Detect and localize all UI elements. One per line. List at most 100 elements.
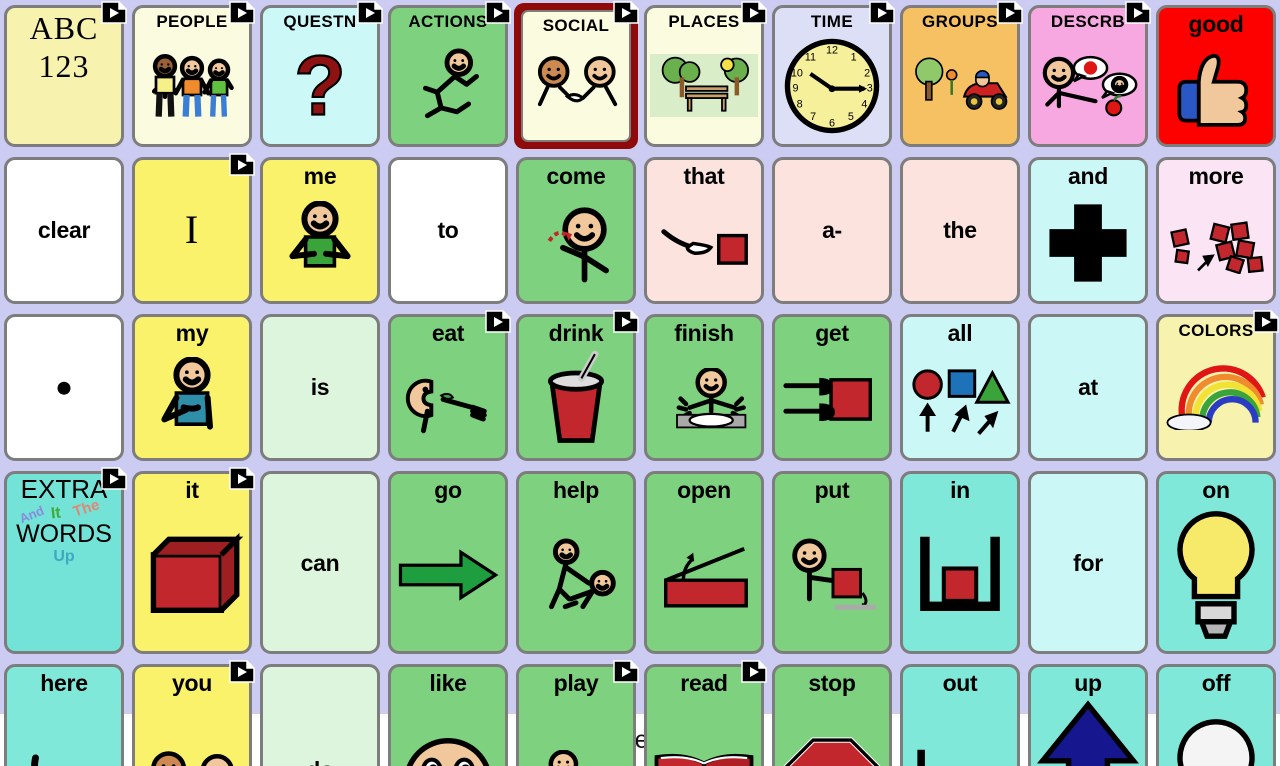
cell-read[interactable]: read — [640, 659, 768, 766]
cell-can[interactable]: can — [256, 466, 384, 659]
cell-abc123[interactable]: ABC 123 — [0, 0, 128, 152]
cell-face[interactable]: TIME 12 1 2 3 45 6 7 8 9 10 11 — [772, 5, 892, 147]
cell-face[interactable]: COLORS — [1156, 313, 1276, 462]
cell-you[interactable]: you — [128, 659, 256, 766]
cell-face[interactable]: in — [900, 471, 1020, 655]
cell-face[interactable]: I — [132, 156, 252, 304]
cell-good[interactable]: good — [1152, 0, 1280, 152]
cell-play[interactable]: play — [512, 659, 640, 766]
cell-is[interactable]: is — [256, 309, 384, 466]
cell-out[interactable]: out — [896, 659, 1024, 766]
cell-me[interactable]: me — [256, 152, 384, 309]
cell-here[interactable]: here — [0, 659, 128, 766]
cell-a-[interactable]: a- — [768, 152, 896, 309]
cell-face[interactable]: EXTRA And It The WORDS Up — [4, 471, 124, 655]
cell-face[interactable]: the — [900, 156, 1020, 304]
cell-face[interactable]: go — [388, 471, 508, 655]
cell-face[interactable]: get — [772, 313, 892, 462]
cell-colors[interactable]: COLORS — [1152, 309, 1280, 466]
cell-face[interactable]: to — [388, 156, 508, 304]
cell-all[interactable]: all — [896, 309, 1024, 466]
cell-and[interactable]: and — [1024, 152, 1152, 309]
cell-face[interactable]: QUESTN? — [260, 5, 380, 147]
cell-period[interactable] — [0, 309, 128, 466]
cell-face[interactable]: all — [900, 313, 1020, 462]
cell-face[interactable]: a- — [772, 156, 892, 304]
cell-face[interactable]: ABC 123 — [4, 5, 124, 147]
cell-the[interactable]: the — [896, 152, 1024, 309]
cell-time[interactable]: TIME 12 1 2 3 45 6 7 8 9 10 11 — [768, 0, 896, 152]
cell-i[interactable]: I — [128, 152, 256, 309]
cell-face[interactable]: play — [516, 664, 636, 766]
cell-face[interactable]: here — [4, 664, 124, 766]
cell-face[interactable]: GROUPS — [900, 5, 1020, 147]
cell-go[interactable]: go — [384, 466, 512, 659]
cell-it[interactable]: it — [128, 466, 256, 659]
cell-social[interactable]: SOCIAL — [512, 0, 640, 152]
cell-in[interactable]: in — [896, 466, 1024, 659]
cell-do[interactable]: do — [256, 659, 384, 766]
cell-face[interactable]: drink — [516, 313, 636, 462]
cell-descrb[interactable]: DESCRB — [1024, 0, 1152, 152]
cell-help[interactable]: help — [512, 466, 640, 659]
cell-face[interactable]: finish — [644, 313, 764, 462]
cell-off[interactable]: off — [1152, 659, 1280, 766]
cell-face[interactable]: open — [644, 471, 764, 655]
cell-groups[interactable]: GROUPS — [896, 0, 1024, 152]
cell-face[interactable]: you — [132, 664, 252, 766]
cell-face[interactable] — [4, 313, 124, 462]
cell-get[interactable]: get — [768, 309, 896, 466]
cell-eat[interactable]: eat — [384, 309, 512, 466]
cell-people[interactable]: PEOPLE — [128, 0, 256, 152]
cell-face[interactable]: more — [1156, 156, 1276, 304]
cell-questn[interactable]: QUESTN? — [256, 0, 384, 152]
cell-come[interactable]: come — [512, 152, 640, 309]
cell-my[interactable]: my — [128, 309, 256, 466]
cell-extrawords[interactable]: EXTRA And It The WORDS Up — [0, 466, 128, 659]
cell-face[interactable]: for — [1028, 471, 1148, 655]
cell-face[interactable]: stop STOP — [772, 664, 892, 766]
cell-like[interactable]: like — [384, 659, 512, 766]
cell-face[interactable]: DESCRB — [1028, 5, 1148, 147]
cell-face[interactable]: read — [644, 664, 764, 766]
cell-face[interactable]: eat — [388, 313, 508, 462]
cell-face[interactable]: do — [260, 664, 380, 766]
cell-face[interactable]: it — [132, 471, 252, 655]
cell-face[interactable]: me — [260, 156, 380, 304]
cell-on[interactable]: on — [1152, 466, 1280, 659]
cell-face[interactable]: at — [1028, 313, 1148, 462]
cell-face[interactable]: up — [1028, 664, 1148, 766]
cell-finish[interactable]: finish — [640, 309, 768, 466]
cell-up[interactable]: up — [1024, 659, 1152, 766]
cell-that[interactable]: that — [640, 152, 768, 309]
cell-more[interactable]: more — [1152, 152, 1280, 309]
cell-face[interactable]: come — [516, 156, 636, 304]
cell-face[interactable]: good — [1156, 5, 1276, 147]
cell-clear[interactable]: clear — [0, 152, 128, 309]
cell-stop[interactable]: stop STOP — [768, 659, 896, 766]
cell-face[interactable]: is — [260, 313, 380, 462]
cell-face[interactable]: off — [1156, 664, 1276, 766]
cell-face[interactable]: PLACES — [644, 5, 764, 147]
cell-for[interactable]: for — [1024, 466, 1152, 659]
cell-face[interactable]: PEOPLE — [132, 5, 252, 147]
cell-face[interactable]: help — [516, 471, 636, 655]
cell-face[interactable]: my — [132, 313, 252, 462]
cell-put[interactable]: put — [768, 466, 896, 659]
cell-actions[interactable]: ACTIONS — [384, 0, 512, 152]
cell-open[interactable]: open — [640, 466, 768, 659]
cell-at[interactable]: at — [1024, 309, 1152, 466]
cell-face[interactable]: like — [388, 664, 508, 766]
cell-face[interactable]: that — [644, 156, 764, 304]
cell-to[interactable]: to — [384, 152, 512, 309]
cell-drink[interactable]: drink — [512, 309, 640, 466]
cell-face[interactable]: clear — [4, 156, 124, 304]
cell-face[interactable]: ACTIONS — [388, 5, 508, 147]
cell-face[interactable]: SOCIAL — [521, 10, 631, 142]
cell-face[interactable]: put — [772, 471, 892, 655]
cell-face[interactable]: and — [1028, 156, 1148, 304]
cell-face[interactable]: can — [260, 471, 380, 655]
cell-places[interactable]: PLACES — [640, 0, 768, 152]
cell-face[interactable]: on — [1156, 471, 1276, 655]
cell-face[interactable]: out — [900, 664, 1020, 766]
